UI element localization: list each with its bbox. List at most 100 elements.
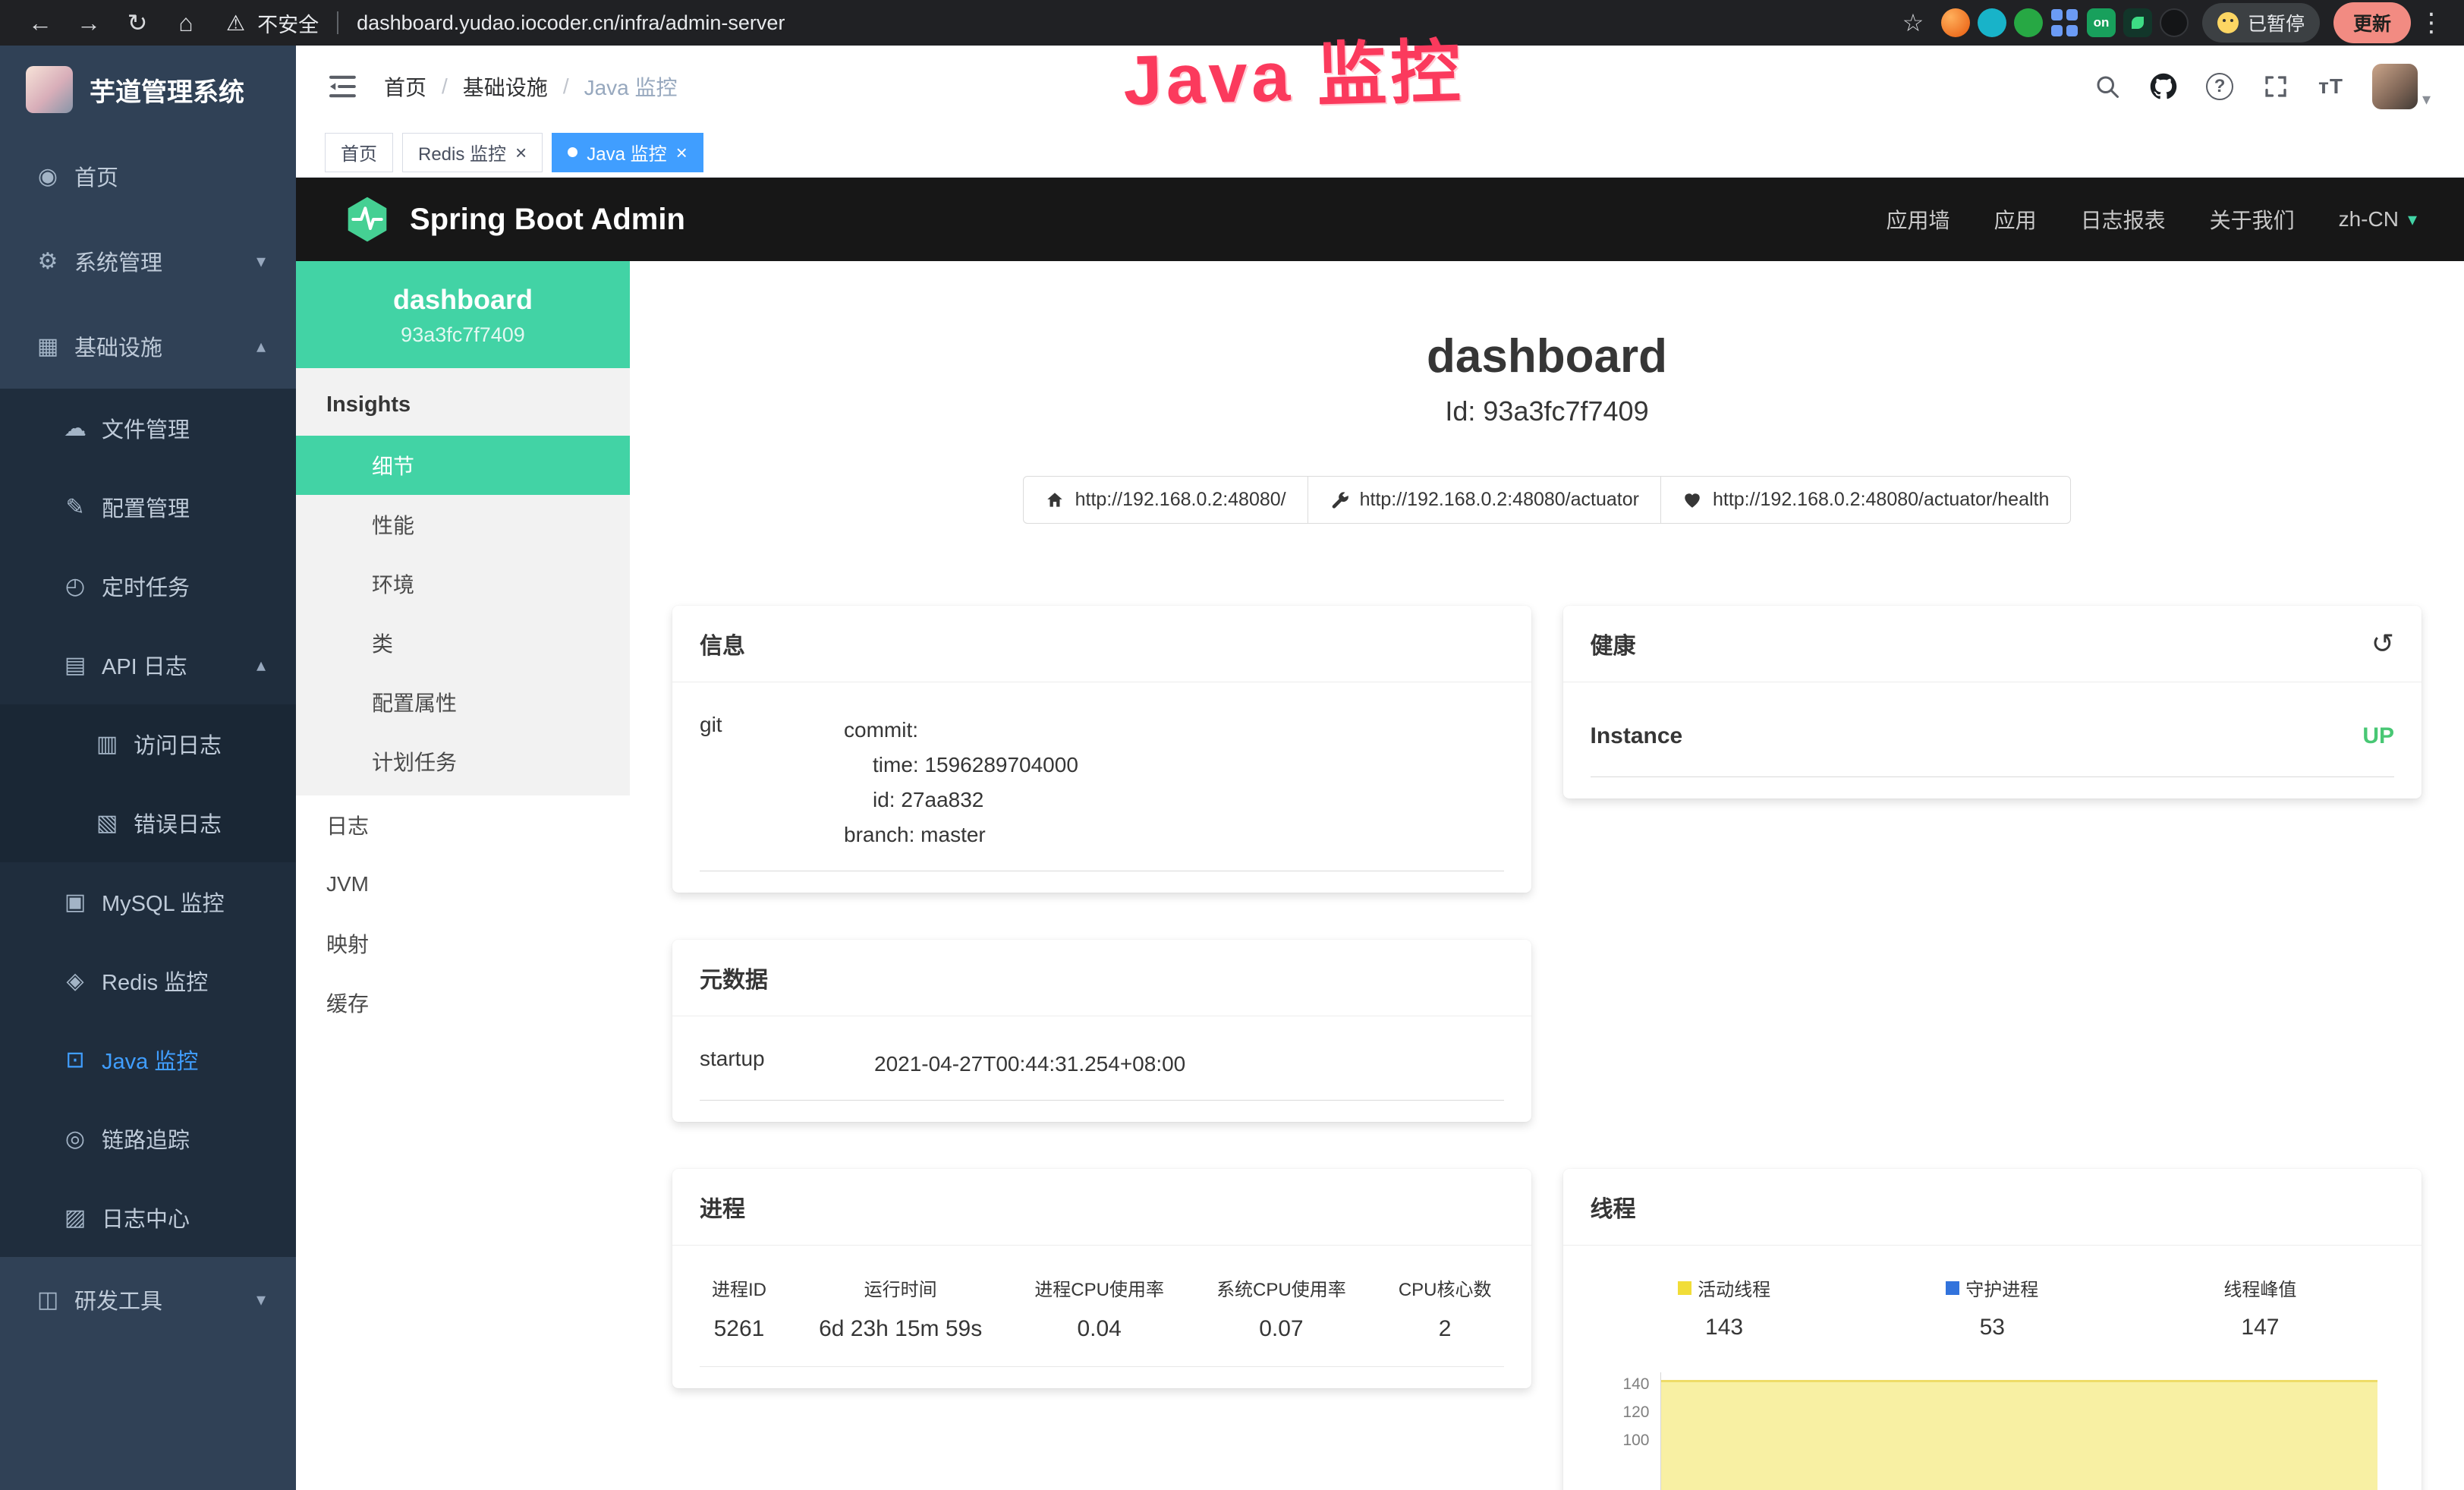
sba-item-metrics[interactable]: 性能 [296,495,630,554]
process-col-system-cpu: 系统CPU使用率 0.07 [1209,1274,1354,1342]
tab-redis-monitor[interactable]: Redis 监控 × [402,133,543,172]
bookmark-star-icon[interactable]: ☆ [1893,5,1934,40]
fox-extension-icon[interactable] [1941,8,1970,37]
sba-item-mappings[interactable]: 映射 [296,914,630,973]
hamburger-icon[interactable] [329,74,358,99]
sidebar-item-log-center[interactable]: ▨ 日志中心 [0,1178,296,1257]
browser-menu-icon[interactable]: ⋮ [2418,5,2444,40]
paused-profile-chip[interactable]: 已暂停 [2202,3,2320,43]
browser-home-icon[interactable]: ⌂ [165,5,206,40]
brand-title: 芋道管理系统 [90,71,244,109]
sidebar-item-label: 配置管理 [102,491,190,523]
sidebar-item-trace[interactable]: ◎ 链路追踪 [0,1099,296,1178]
breadcrumb-home[interactable]: 首页 [384,71,426,102]
update-button[interactable]: 更新 [2333,2,2411,43]
sidebar-item-system[interactable]: ⚙ 系统管理 ▾ [0,219,296,304]
sidebar-item-java-monitor[interactable]: ⊡ Java 监控 [0,1020,296,1099]
url-text[interactable]: dashboard.yudao.iocoder.cn/infra/admin-s… [357,11,785,35]
sidebar-item-config-manage[interactable]: ✎ 配置管理 [0,468,296,547]
java-monitor-icon: ⊡ [58,1047,93,1073]
instance-heading: dashboard Id: 93a3fc7f7409 http://192.16… [672,329,2422,524]
close-icon[interactable]: × [515,143,527,162]
error-log-icon: ▧ [90,810,124,836]
sba-item-classes[interactable]: 类 [296,613,630,673]
health-row-instance[interactable]: Instance UP [1591,688,2395,777]
locale-selector[interactable]: zh-CN ▾ [2339,207,2417,232]
actuator-url-link[interactable]: http://192.168.0.2:48080/actuator [1308,476,1661,524]
brand[interactable]: 芋道管理系统 [0,46,296,134]
sba-item-cache[interactable]: 缓存 [296,973,630,1032]
address-bar[interactable]: ⚠ 不安全 dashboard.yudao.iocoder.cn/infra/a… [226,8,1885,38]
process-col-pid: 进程ID 5261 [704,1274,774,1342]
sidebar-item-label: Redis 监控 [102,965,208,997]
font-size-icon[interactable]: тT [2318,74,2343,99]
search-icon[interactable] [2094,73,2121,100]
instance-header[interactable]: dashboard 93a3fc7f7409 [296,261,630,368]
tools-icon: ◫ [30,1287,65,1313]
legend-daemon-threads: 守护进程 53 [1858,1274,2126,1340]
leaf-extension-icon[interactable] [2123,8,2152,37]
gear-icon: ⚙ [30,248,65,275]
sidebar-item-devtools[interactable]: ◫ 研发工具 ▾ [0,1257,296,1342]
base-url-link[interactable]: http://192.168.0.2:48080/ [1023,476,1308,524]
sba-brand[interactable]: Spring Boot Admin [343,195,685,244]
col-header: 进程ID [712,1274,766,1301]
y-axis-tick: 140 [1591,1375,1650,1394]
nav-about[interactable]: 关于我们 [2210,204,2295,235]
info-value: commit: time: 1596289704000 id: 27aa832 … [844,713,1078,852]
info-line: branch: master [844,817,1078,852]
sba-item-scheduled-tasks[interactable]: 计划任务 [296,732,630,791]
back-icon[interactable]: ← [20,5,61,40]
clock-icon: ◴ [58,573,93,600]
header-actions: ? тT ▾ [2094,64,2431,109]
sidebar-item-scheduled-jobs[interactable]: ◴ 定时任务 [0,547,296,625]
green-circle-extension-icon[interactable] [2014,8,2043,37]
dark-extension-icon[interactable] [2160,8,2189,37]
info-card: 信息 git commit: time: 1596289704000 id: 2… [672,606,1531,893]
process-col-uptime: 运行时间 6d 23h 15m 59s [811,1274,990,1342]
sba-item-environment[interactable]: 环境 [296,554,630,613]
col-header: 运行时间 [819,1274,982,1301]
sba-item-details[interactable]: 细节 [296,436,630,495]
nav-applications[interactable]: 应用 [1994,204,2037,235]
sidebar-item-api-log[interactable]: ▤ API 日志 ▴ [0,625,296,704]
sba-item-logs[interactable]: 日志 [296,795,630,855]
sidebar-item-home[interactable]: ◉ 首页 [0,134,296,219]
health-url-link[interactable]: http://192.168.0.2:48080/actuator/health [1660,476,2071,524]
on-badge-extension-icon[interactable]: on [2087,8,2116,37]
sidebar-item-label: 定时任务 [102,570,190,602]
nav-journal[interactable]: 日志报表 [2081,204,2166,235]
github-icon[interactable] [2150,73,2177,100]
reload-icon[interactable]: ↻ [117,5,158,40]
sba-header: Spring Boot Admin 应用墙 应用 日志报表 关于我们 zh-CN… [296,178,2464,261]
sidebar-item-mysql-monitor[interactable]: ▣ MySQL 监控 [0,862,296,941]
legend-value: 53 [1858,1315,2126,1340]
sba-item-config-props[interactable]: 配置属性 [296,673,630,732]
annotation-java-monitor: Java 监控 [1122,15,1465,125]
forward-icon[interactable]: → [68,5,109,40]
sidebar-item-access-log[interactable]: ▥ 访问日志 [0,704,296,783]
grid-extension-icon[interactable] [2050,8,2079,37]
history-icon[interactable]: ↺ [2371,628,2394,660]
sidebar-item-redis-monitor[interactable]: ◈ Redis 监控 [0,941,296,1020]
main-region: 首页 / 基础设施 / Java 监控 ? тT [296,46,2464,1490]
chevron-up-icon: ▴ [256,654,266,676]
user-menu[interactable]: ▾ [2372,64,2431,109]
tab-home[interactable]: 首页 [325,133,393,172]
nav-wallboard[interactable]: 应用墙 [1887,204,1950,235]
link-label: http://192.168.0.2:48080/ [1075,489,1286,511]
drop-extension-icon[interactable] [1978,8,2006,37]
breadcrumb-infra[interactable]: 基础设施 [463,71,548,102]
sidebar-item-error-log[interactable]: ▧ 错误日志 [0,783,296,862]
sba-item-jvm[interactable]: JVM [296,855,630,914]
info-line: commit: [844,713,1078,748]
tab-java-monitor[interactable]: Java 监控 × [552,133,703,172]
close-icon[interactable]: × [676,143,688,162]
sidebar-item-file-manage[interactable]: ☁ 文件管理 [0,389,296,468]
sidebar-item-infra[interactable]: ▦ 基础设施 ▴ [0,304,296,389]
security-label[interactable]: 不安全 [257,8,319,38]
sidebar-item-label: 文件管理 [102,412,190,444]
fullscreen-icon[interactable] [2262,73,2289,100]
help-icon[interactable]: ? [2206,73,2233,100]
sidebar-item-label: 访问日志 [134,728,222,760]
